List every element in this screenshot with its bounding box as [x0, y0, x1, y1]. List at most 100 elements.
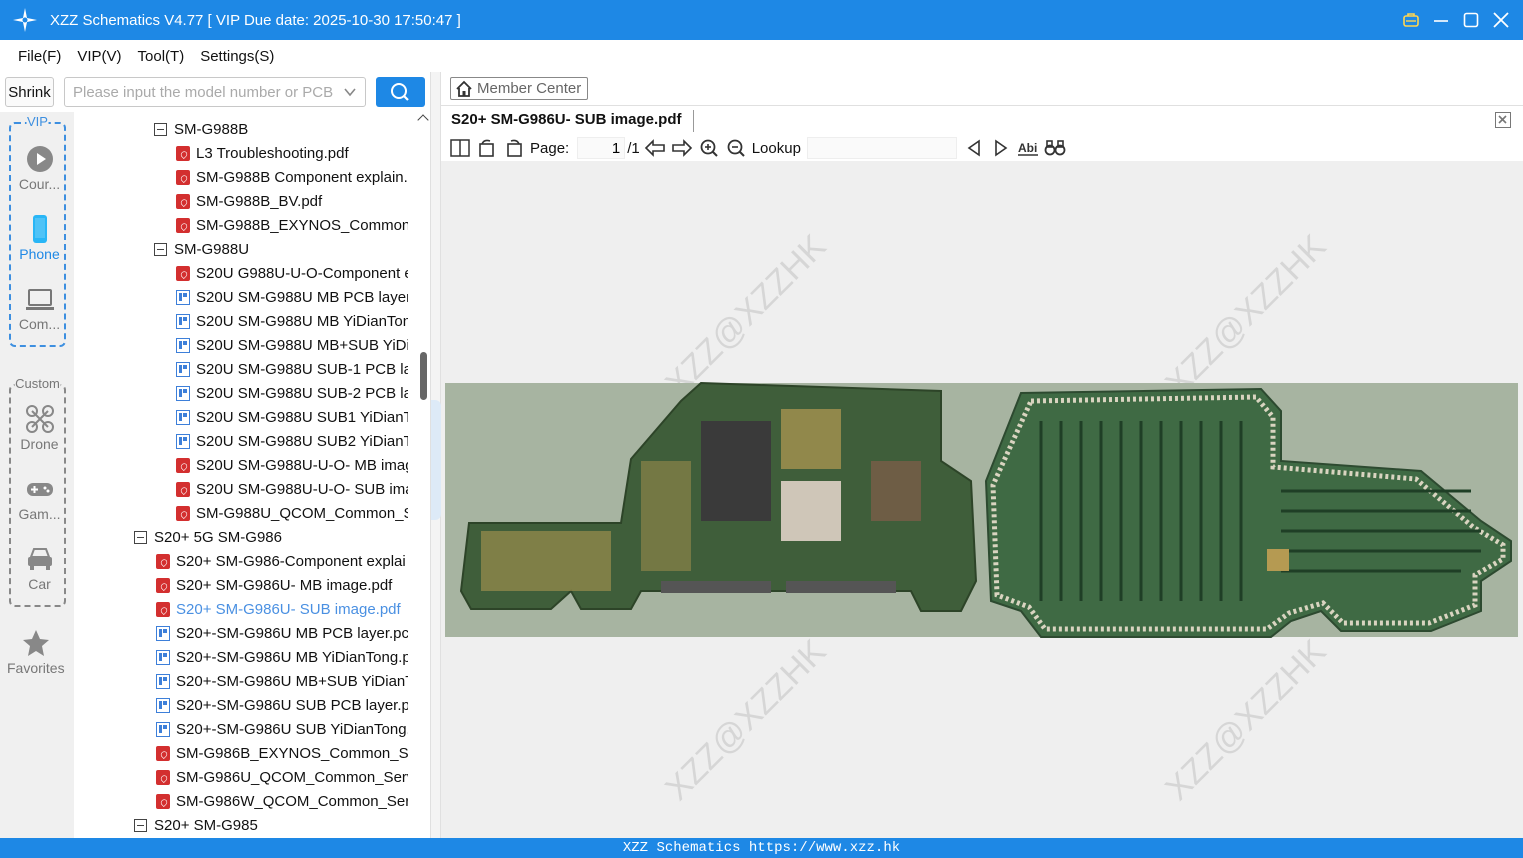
tree-file[interactable]: S20+-SM-G986U SUB YiDianTong.p: [156, 717, 408, 741]
minimize-button[interactable]: [1433, 12, 1449, 28]
tree-file[interactable]: S20U SM-G988U-U-O- SUB imag: [176, 477, 408, 501]
rotate-left-icon[interactable]: [476, 138, 498, 158]
rail-item-label: Cour...: [18, 176, 61, 192]
file-tree[interactable]: SM-G988B L3 Troubleshooting.pdf SM-G988B C…: [74, 112, 416, 838]
tree-file[interactable]: S20U SM-G988U SUB-2 PCB laye: [176, 381, 408, 405]
lookup-input[interactable]: [806, 137, 957, 159]
tree-file[interactable]: S20+ SM-G986-Component explai: [156, 549, 408, 573]
pdf-viewer-canvas[interactable]: XZZ@XZZHK XZZ@XZZHK XZZ@XZZHK XZZ@XZZHK: [441, 161, 1523, 838]
pdf-file-icon: [156, 793, 170, 809]
find-previous-icon[interactable]: [963, 138, 985, 158]
collapse-toggle-icon[interactable]: [154, 122, 167, 136]
zoom-out-icon[interactable]: [725, 138, 747, 158]
chevron-down-icon[interactable]: [343, 85, 357, 99]
tree-file[interactable]: S20+-SM-G986U SUB PCB layer.pcl: [156, 693, 408, 717]
pcb-file-icon: [176, 409, 190, 425]
vip-group: VIP Cour... Phone Com...: [9, 114, 68, 347]
tree-file[interactable]: S20+ SM-G986U- MB image.pdf: [156, 573, 408, 597]
search-button[interactable]: [376, 77, 425, 107]
menu-vip[interactable]: VIP(V): [77, 48, 121, 65]
tree-file[interactable]: S20U SM-G988U MB YiDianTon: [176, 309, 408, 333]
tree-file[interactable]: S20+-SM-G986U MB PCB layer.pcb: [156, 621, 408, 645]
tree-folder[interactable]: S20+ SM-G985: [134, 813, 408, 837]
collapse-toggle-icon[interactable]: [134, 530, 147, 544]
tree-file[interactable]: S20U SM-G988U MB+SUB YiDia: [176, 333, 408, 357]
collapse-panel-handle[interactable]: [431, 400, 441, 520]
tree-file[interactable]: SM-G988B Component explain.: [176, 165, 408, 189]
binoculars-icon[interactable]: [1044, 138, 1066, 158]
tree-folder[interactable]: SM-G988B: [154, 117, 408, 141]
tree-file[interactable]: SM-G986B_EXYNOS_Common_Serv: [156, 741, 408, 765]
custom-group-label: Custom: [14, 376, 61, 391]
tree-file[interactable]: L3 Troubleshooting.pdf: [176, 141, 408, 165]
tree-item-label: S20U SM-G988U SUB2 YiDianTo: [196, 432, 408, 450]
rail-item-drone[interactable]: Drone: [11, 404, 68, 452]
tree-item-label: SM-G988U: [174, 240, 250, 258]
tree-file[interactable]: S20U SM-G988U MB PCB layer.p: [176, 285, 408, 309]
find-next-icon[interactable]: [990, 138, 1012, 158]
rail-item-courses[interactable]: Cour...: [11, 144, 68, 192]
tree-file[interactable]: S20+-SM-G986U MB YiDianTong.p: [156, 645, 408, 669]
rotate-right-icon[interactable]: [503, 138, 525, 158]
pdf-file-icon: [156, 601, 170, 617]
tree-file[interactable]: S20U SM-G988U SUB1 YiDianTo: [176, 405, 408, 429]
menu-file[interactable]: File(F): [18, 48, 61, 65]
rail-item-phone[interactable]: Phone: [11, 214, 68, 262]
zoom-in-icon[interactable]: [698, 138, 720, 158]
close-button[interactable]: [1493, 12, 1509, 28]
rail-item-car[interactable]: Car: [11, 544, 68, 592]
rail-item-favorites[interactable]: Favorites: [7, 628, 65, 676]
page-number-input[interactable]: [577, 137, 626, 159]
memory-chip: [871, 461, 921, 521]
member-center-button[interactable]: Member Center: [450, 77, 588, 100]
tree-file[interactable]: SM-G986U_QCOM_Common_Servi: [156, 765, 408, 789]
tree-folder[interactable]: S20+ 5G SM-G986: [134, 525, 408, 549]
pcb-file-icon: [156, 697, 170, 713]
rail-item-gaming[interactable]: Gam...: [11, 474, 68, 522]
collapse-toggle-icon[interactable]: [154, 242, 167, 256]
match-case-icon[interactable]: Abi: [1017, 138, 1039, 158]
scroll-thumb[interactable]: [420, 352, 427, 400]
collapse-toggle-icon[interactable]: [134, 818, 147, 832]
document-tab[interactable]: S20+ SM-G986U- SUB image.pdf: [451, 110, 695, 132]
menu-tool[interactable]: Tool(T): [138, 48, 185, 65]
tree-item-label: S20+ SM-G986U- SUB image.pdf: [176, 600, 401, 618]
vip-badge-icon[interactable]: [1403, 12, 1419, 28]
category-rail: VIP Cour... Phone Com... Custom Drone Ga…: [0, 112, 74, 838]
tree-file[interactable]: SM-G988U_QCOM_Common_Se: [176, 501, 408, 525]
tree-file[interactable]: S20U SM-G988U SUB-1 PCB laye: [176, 357, 408, 381]
tree-file[interactable]: S20U G988U-U-O-Component e: [176, 261, 408, 285]
tree-file[interactable]: SM-G988B_EXYNOS_Common_S: [176, 213, 408, 237]
shrink-button[interactable]: Shrink: [5, 77, 54, 107]
tree-file[interactable]: SM-G988B_BV.pdf: [176, 189, 408, 213]
tree-item-label: SM-G986B_EXYNOS_Common_Serv: [176, 744, 408, 762]
tree-item-label: S20U SM-G988U-U-O- SUB imag: [196, 480, 408, 498]
tree-file[interactable]: S20U SM-G988U SUB2 YiDianTo: [176, 429, 408, 453]
pdf-file-icon: [156, 745, 170, 761]
rail-item-computer[interactable]: Com...: [11, 284, 68, 332]
menu-settings[interactable]: Settings(S): [200, 48, 274, 65]
tree-file[interactable]: S20U SM-G988U-U-O- MB imag: [176, 453, 408, 477]
pcb-board-image: [445, 381, 1518, 638]
model-search-box[interactable]: [64, 77, 366, 107]
rail-item-label: Gam...: [18, 506, 61, 522]
toggle-sidebar-icon[interactable]: [449, 138, 471, 158]
shield-chip: [781, 481, 841, 541]
model-search-input[interactable]: [65, 78, 335, 106]
tree-item-label: S20+ SM-G985: [154, 816, 258, 834]
tree-item-label: SM-G988U_QCOM_Common_Se: [196, 504, 408, 522]
previous-page-icon[interactable]: [644, 138, 666, 158]
tree-file[interactable]: SM-G986W_QCOM_Common_Servi: [156, 789, 408, 813]
maximize-button[interactable]: [1463, 12, 1479, 28]
close-document-icon[interactable]: [1495, 112, 1511, 128]
tree-file[interactable]: S20+ SM-G986U- SUB image.pdf: [156, 597, 408, 621]
pcb-file-icon: [176, 289, 190, 305]
soc-chip: [701, 421, 771, 521]
scroll-up-icon[interactable]: [417, 114, 429, 126]
play-circle-icon: [26, 146, 53, 172]
tree-item-label: S20U SM-G988U MB+SUB YiDia: [196, 336, 408, 354]
tree-scrollbar[interactable]: [416, 112, 430, 838]
tree-folder[interactable]: SM-G988U: [154, 237, 408, 261]
tree-file[interactable]: S20+-SM-G986U MB+SUB YiDianT: [156, 669, 408, 693]
next-page-icon[interactable]: [671, 138, 693, 158]
